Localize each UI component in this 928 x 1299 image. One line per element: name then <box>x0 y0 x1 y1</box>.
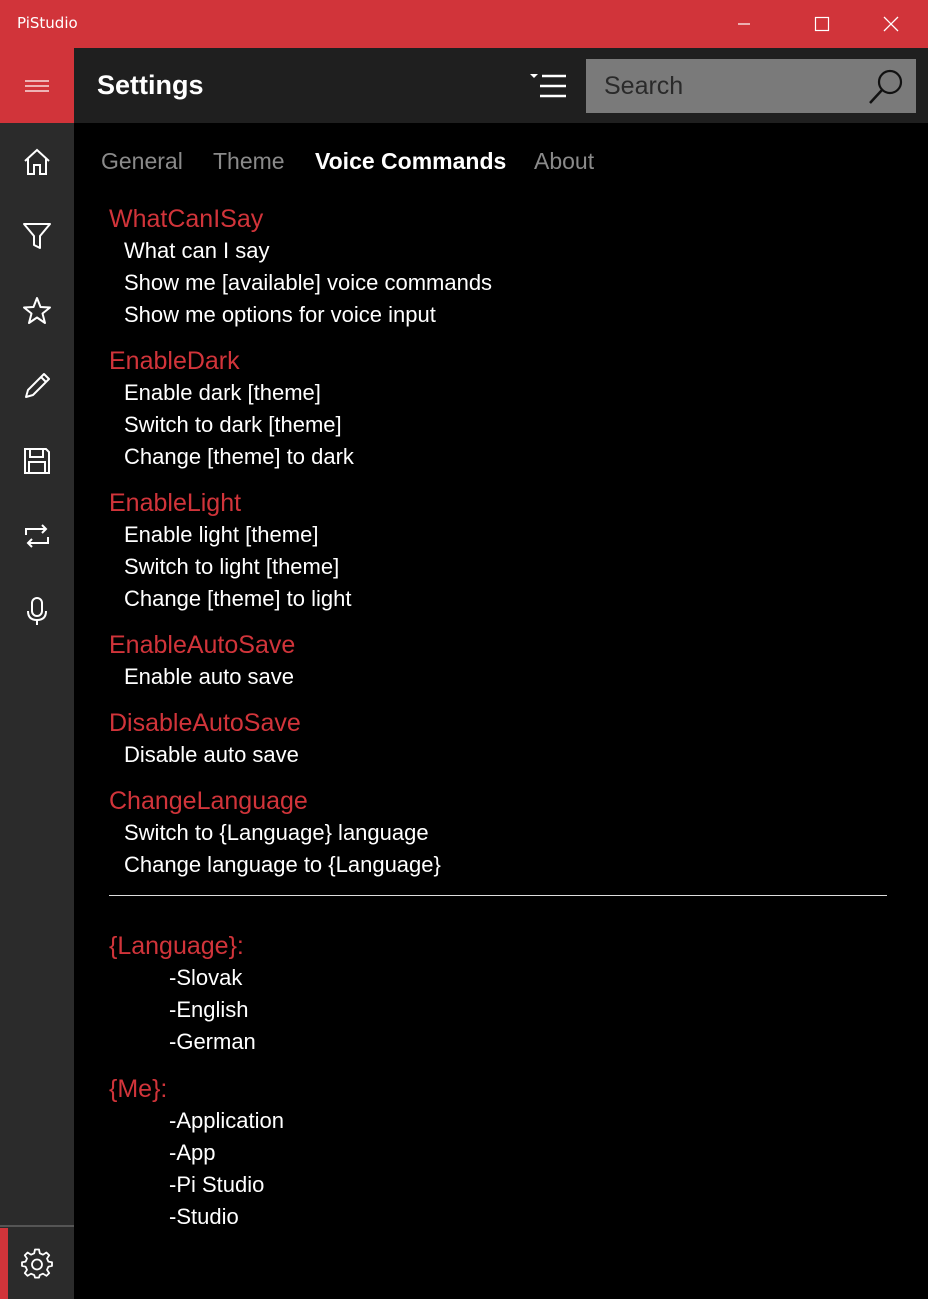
sort-menu-button[interactable] <box>526 72 570 102</box>
voice-commands-content: WhatCanISay What can I say Show me [avai… <box>109 203 889 1248</box>
selected-indicator <box>0 1228 8 1299</box>
variable-item: -Studio <box>169 1204 239 1229</box>
pencil-icon <box>25 373 50 398</box>
variable-group: {Language}: -Slovak -English -German <box>109 930 889 1058</box>
command-title: EnableAutoSave <box>109 631 296 659</box>
section-divider <box>109 895 887 896</box>
minimize-button[interactable] <box>710 0 778 48</box>
repeat-icon <box>25 524 49 548</box>
sort-menu-icon <box>530 74 566 98</box>
command-title: EnableDark <box>109 347 240 375</box>
command-group: DisableAutoSave Disable auto save <box>109 707 889 771</box>
command-title: WhatCanISay <box>109 205 264 233</box>
app-title: PiStudio <box>17 14 78 32</box>
tab-theme[interactable]: Theme <box>213 148 285 175</box>
command-phrase: Enable dark [theme] <box>124 380 321 405</box>
maximize-icon <box>814 16 830 32</box>
command-phrase: Change [theme] to dark <box>124 444 354 469</box>
search-icon <box>869 69 903 104</box>
command-phrase: Switch to dark [theme] <box>124 412 342 437</box>
command-phrase: Switch to {Language} language <box>124 820 429 845</box>
command-phrase: What can I say <box>124 238 270 263</box>
microphone-icon <box>27 597 47 625</box>
maximize-button[interactable] <box>788 0 856 48</box>
search-button[interactable] <box>866 67 906 107</box>
star-icon <box>23 297 51 324</box>
search-input[interactable] <box>586 59 874 113</box>
filter-icon <box>23 223 51 249</box>
nav-filter[interactable] <box>0 206 74 266</box>
nav-favorites[interactable] <box>0 281 74 341</box>
nav-microphone[interactable] <box>0 581 74 641</box>
variable-item: -German <box>169 1029 256 1054</box>
page-title: Settings <box>97 70 204 100</box>
nav-repeat[interactable] <box>0 506 74 566</box>
command-phrase: Enable auto save <box>124 664 295 689</box>
command-group: EnableAutoSave Enable auto save <box>109 629 889 693</box>
tab-voice-commands[interactable]: Voice Commands <box>315 148 506 175</box>
variable-item: -App <box>169 1140 216 1165</box>
save-icon <box>24 448 50 474</box>
command-phrase: Show me options for voice input <box>124 302 436 327</box>
command-phrase: Show me [available] voice commands <box>124 270 493 295</box>
close-icon <box>883 16 899 32</box>
nav-edit[interactable] <box>0 356 74 416</box>
header: Settings <box>74 48 928 123</box>
close-button[interactable] <box>857 0 925 48</box>
variable-item: -Slovak <box>169 965 243 990</box>
tab-about[interactable]: About <box>534 148 594 175</box>
command-group: EnableDark Enable dark [theme] Switch to… <box>109 345 889 473</box>
command-group: ChangeLanguage Switch to {Language} lang… <box>109 785 889 881</box>
command-title: EnableLight <box>109 489 242 517</box>
hamburger-button[interactable] <box>0 48 74 123</box>
hamburger-icon <box>25 79 49 92</box>
home-icon <box>24 148 50 175</box>
nav-settings[interactable] <box>0 1228 74 1299</box>
search-box <box>586 59 916 113</box>
side-nav <box>0 123 74 1299</box>
tab-general[interactable]: General <box>101 148 183 175</box>
variable-item: -English <box>169 997 249 1022</box>
variable-item: -Application <box>169 1108 284 1133</box>
nav-home[interactable] <box>0 132 74 192</box>
variable-title: {Language}: <box>109 932 244 960</box>
minimize-icon <box>738 23 750 25</box>
command-phrase: Change language to {Language} <box>124 852 441 877</box>
command-phrase: Switch to light [theme] <box>124 554 340 579</box>
variable-title: {Me}: <box>109 1075 168 1103</box>
title-bar: PiStudio <box>0 0 928 48</box>
variable-item: -Pi Studio <box>169 1172 265 1197</box>
command-title: ChangeLanguage <box>109 787 308 815</box>
command-phrase: Disable auto save <box>124 742 299 767</box>
command-title: DisableAutoSave <box>109 709 301 737</box>
nav-save[interactable] <box>0 431 74 491</box>
variable-group: {Me}: -Application -App -Pi Studio -Stud… <box>109 1073 889 1233</box>
command-group: WhatCanISay What can I say Show me [avai… <box>109 203 889 331</box>
command-phrase: Enable light [theme] <box>124 522 319 547</box>
command-phrase: Change [theme] to light <box>124 586 352 611</box>
gear-icon <box>21 1248 53 1278</box>
nav-divider <box>0 1225 74 1227</box>
command-group: EnableLight Enable light [theme] Switch … <box>109 487 889 615</box>
